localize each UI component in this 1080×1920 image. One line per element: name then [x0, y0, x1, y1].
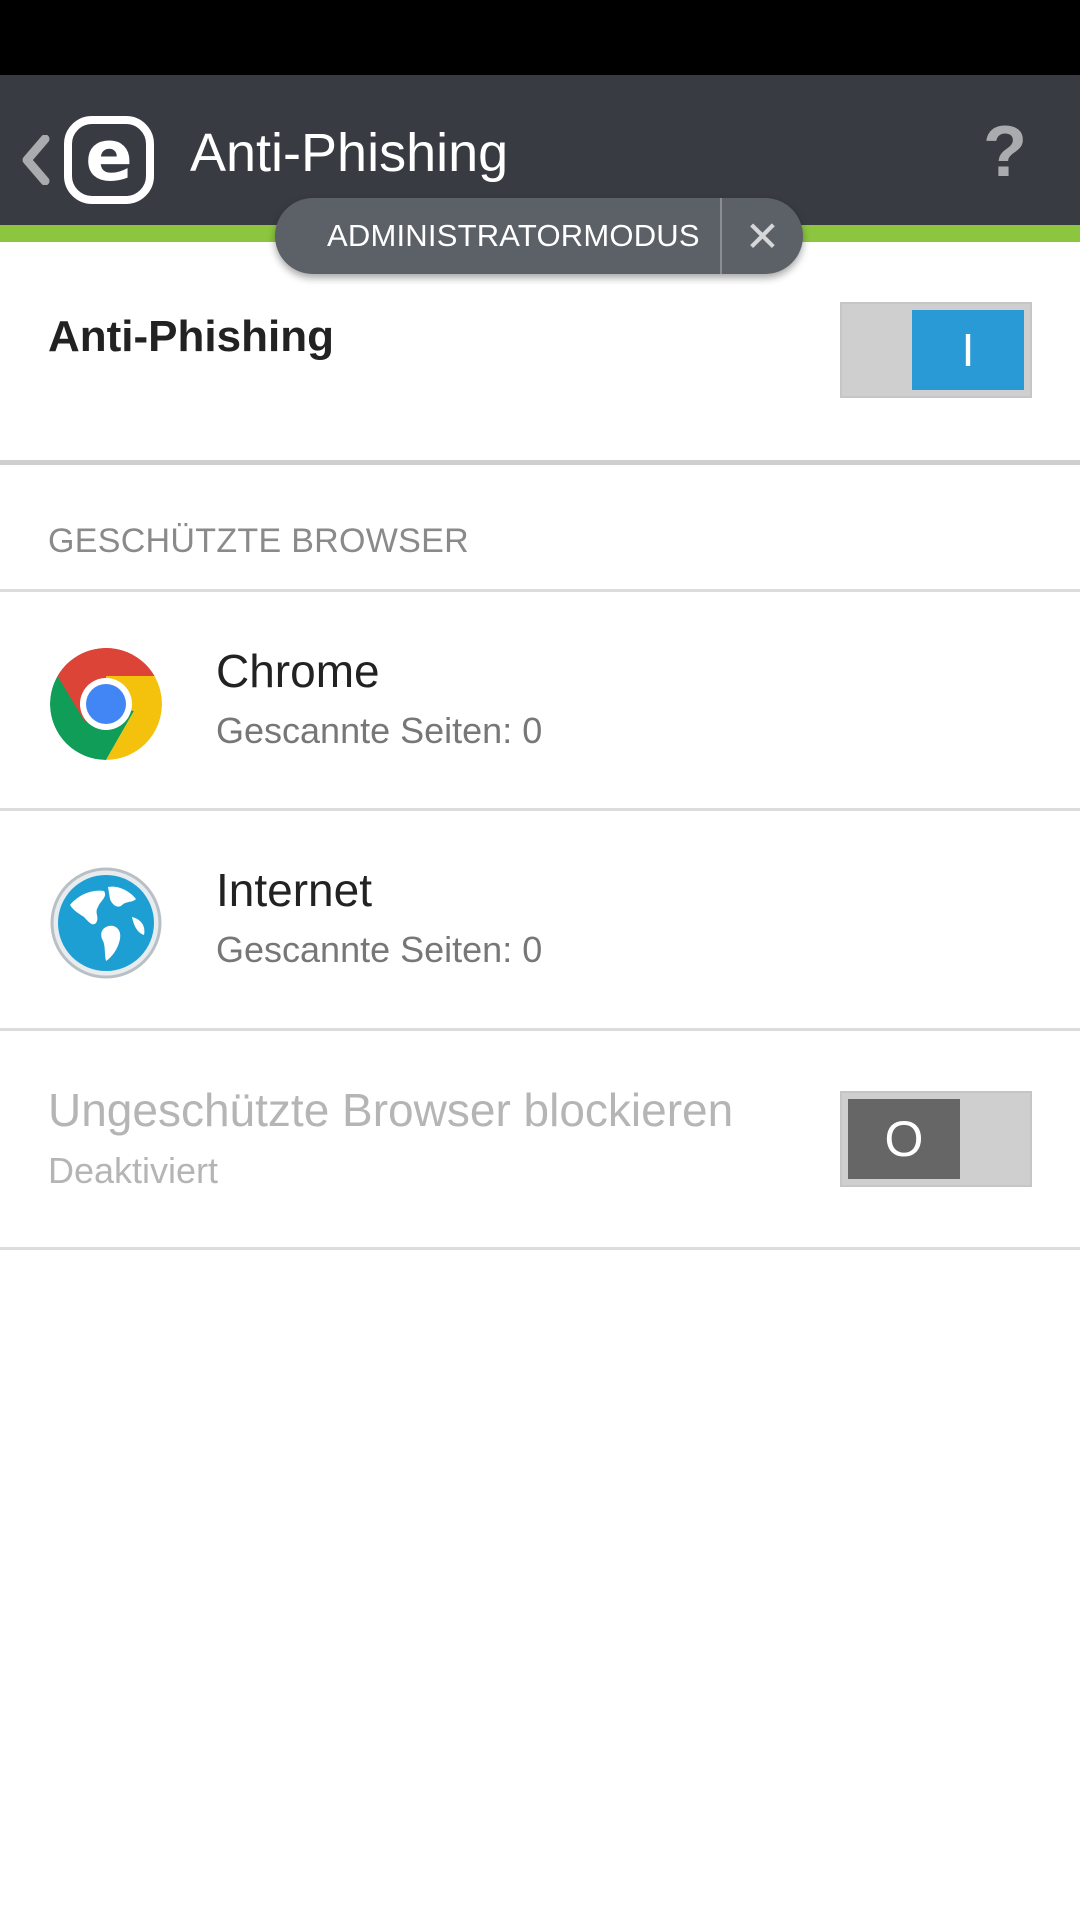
anti-phishing-toggle[interactable]: I	[840, 302, 1032, 398]
browser-name: Chrome	[216, 645, 380, 697]
section-header-protected-browsers: GESCHÜTZTE BROWSER	[48, 522, 469, 560]
toggle-knob-off: O	[848, 1099, 960, 1179]
block-unprotected-status: Deaktiviert	[48, 1150, 219, 1191]
eset-logo-icon: e	[64, 116, 154, 204]
row-divider	[0, 1247, 1080, 1250]
chevron-left-icon	[16, 132, 56, 188]
eset-logo-letter: e	[85, 115, 133, 197]
help-button[interactable]: ?	[975, 112, 1035, 192]
section-divider	[0, 460, 1080, 465]
block-unprotected-label: Ungeschützte Browser blockieren	[48, 1084, 734, 1136]
toggle-knob-on: I	[912, 310, 1024, 390]
block-unprotected-toggle: O	[840, 1091, 1032, 1187]
status-bar	[0, 0, 1080, 75]
row-divider	[0, 589, 1080, 592]
browser-scanned-pages: Gescannte Seiten: 0	[216, 710, 543, 751]
back-button[interactable]: e	[16, 116, 166, 204]
browser-scanned-pages: Gescannte Seiten: 0	[216, 929, 543, 970]
help-icon: ?	[983, 112, 1027, 192]
browser-row-chrome[interactable]: Chrome Gescannte Seiten: 0	[0, 594, 1080, 810]
page-title: Anti-Phishing	[190, 123, 509, 183]
chrome-icon	[48, 646, 164, 762]
row-divider	[0, 1028, 1080, 1031]
browser-name: Internet	[216, 864, 372, 916]
anti-phishing-row[interactable]: Anti-Phishing I	[0, 242, 1080, 460]
browser-row-internet[interactable]: Internet Gescannte Seiten: 0	[0, 813, 1080, 1029]
block-unprotected-browsers-row: Ungeschützte Browser blockieren Deaktivi…	[0, 1033, 1080, 1248]
globe-icon	[48, 865, 164, 981]
row-divider	[0, 808, 1080, 811]
anti-phishing-label: Anti-Phishing	[48, 312, 334, 361]
